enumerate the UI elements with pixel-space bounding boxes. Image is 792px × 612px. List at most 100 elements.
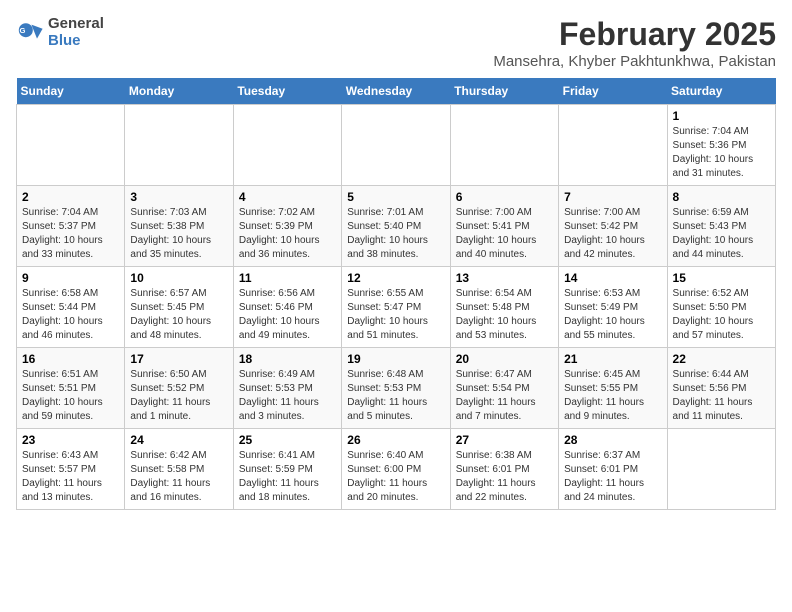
calendar-cell: 13 Sunrise: 6:54 AM Sunset: 5:48 PM Dayli…: [450, 267, 558, 348]
calendar-cell: 25 Sunrise: 6:41 AM Sunset: 5:59 PM Dayli…: [233, 429, 341, 510]
cell-content: Sunrise: 7:00 AM Sunset: 5:42 PM Dayligh…: [564, 206, 661, 262]
cell-content: Sunrise: 6:43 AM Sunset: 5:57 PM Dayligh…: [22, 449, 119, 505]
calendar-cell: [342, 105, 450, 186]
calendar-cell: 10 Sunrise: 6:57 AM Sunset: 5:45 PM Dayli…: [125, 267, 233, 348]
day-number: 4: [239, 190, 336, 204]
day-number: 11: [239, 271, 336, 285]
calendar-cell: 22 Sunrise: 6:44 AM Sunset: 5:56 PM Dayli…: [667, 348, 775, 429]
calendar-cell: 26 Sunrise: 6:40 AM Sunset: 6:00 PM Dayli…: [342, 429, 450, 510]
calendar-cell: 3 Sunrise: 7:03 AM Sunset: 5:38 PM Daylig…: [125, 186, 233, 267]
logo: G General Blue: [16, 16, 104, 49]
day-number: 5: [347, 190, 444, 204]
day-number: 16: [22, 352, 119, 366]
calendar-cell: 9 Sunrise: 6:58 AM Sunset: 5:44 PM Daylig…: [17, 267, 125, 348]
cell-content: Sunrise: 7:03 AM Sunset: 5:38 PM Dayligh…: [130, 206, 227, 262]
header-friday: Friday: [559, 78, 667, 105]
calendar-cell: [125, 105, 233, 186]
cell-content: Sunrise: 6:49 AM Sunset: 5:53 PM Dayligh…: [239, 368, 336, 424]
cell-content: Sunrise: 6:47 AM Sunset: 5:54 PM Dayligh…: [456, 368, 553, 424]
cell-content: Sunrise: 7:01 AM Sunset: 5:40 PM Dayligh…: [347, 206, 444, 262]
day-number: 12: [347, 271, 444, 285]
calendar-cell: 24Sunrise: 6:42 AM Sunset: 5:58 PM Dayli…: [125, 429, 233, 510]
cell-content: Sunrise: 7:00 AM Sunset: 5:41 PM Dayligh…: [456, 206, 553, 262]
header: G General Blue February 2025 Mansehra, K…: [16, 16, 776, 70]
header-wednesday: Wednesday: [342, 78, 450, 105]
cell-content: Sunrise: 7:04 AM Sunset: 5:37 PM Dayligh…: [22, 206, 119, 262]
cell-content: Sunrise: 6:54 AM Sunset: 5:48 PM Dayligh…: [456, 287, 553, 343]
calendar-cell: 15 Sunrise: 6:52 AM Sunset: 5:50 PM Dayli…: [667, 267, 775, 348]
cell-content: Sunrise: 6:37 AM Sunset: 6:01 PM Dayligh…: [564, 449, 661, 505]
day-number: 15: [673, 271, 770, 285]
calendar-cell: 4 Sunrise: 7:02 AM Sunset: 5:39 PM Daylig…: [233, 186, 341, 267]
cell-content: Sunrise: 7:04 AM Sunset: 5:36 PM Dayligh…: [673, 125, 770, 181]
week-row-3: 9 Sunrise: 6:58 AM Sunset: 5:44 PM Daylig…: [17, 267, 776, 348]
cell-content: Sunrise: 6:51 AM Sunset: 5:51 PM Dayligh…: [22, 368, 119, 424]
day-number: 10: [130, 271, 227, 285]
day-number: 25: [239, 433, 336, 447]
day-number: 1: [673, 109, 770, 123]
day-number: 19: [347, 352, 444, 366]
header-row: Sunday Monday Tuesday Wednesday Thursday…: [17, 78, 776, 105]
day-number: 27: [456, 433, 553, 447]
cell-content: Sunrise: 6:38 AM Sunset: 6:01 PM Dayligh…: [456, 449, 553, 505]
day-number: 28: [564, 433, 661, 447]
day-number: 26: [347, 433, 444, 447]
day-number: 17: [130, 352, 227, 366]
cell-content: Sunrise: 6:59 AM Sunset: 5:43 PM Dayligh…: [673, 206, 770, 262]
cell-content: Sunrise: 6:48 AM Sunset: 5:53 PM Dayligh…: [347, 368, 444, 424]
week-row-2: 2Sunrise: 7:04 AM Sunset: 5:37 PM Daylig…: [17, 186, 776, 267]
day-number: 9: [22, 271, 119, 285]
calendar-cell: 14Sunrise: 6:53 AM Sunset: 5:49 PM Dayli…: [559, 267, 667, 348]
cell-content: Sunrise: 6:45 AM Sunset: 5:55 PM Dayligh…: [564, 368, 661, 424]
header-tuesday: Tuesday: [233, 78, 341, 105]
main-title: February 2025: [493, 16, 776, 53]
cell-content: Sunrise: 6:44 AM Sunset: 5:56 PM Dayligh…: [673, 368, 770, 424]
logo-blue: Blue: [48, 33, 104, 50]
week-row-1: 1 Sunrise: 7:04 AM Sunset: 5:36 PM Daylig…: [17, 105, 776, 186]
svg-text:G: G: [20, 26, 26, 35]
header-sunday: Sunday: [17, 78, 125, 105]
day-number: 7: [564, 190, 661, 204]
day-number: 13: [456, 271, 553, 285]
week-row-5: 23 Sunrise: 6:43 AM Sunset: 5:57 PM Dayli…: [17, 429, 776, 510]
day-number: 23: [22, 433, 119, 447]
day-number: 8: [673, 190, 770, 204]
calendar-cell: 17 Sunrise: 6:50 AM Sunset: 5:52 PM Dayli…: [125, 348, 233, 429]
cell-content: Sunrise: 6:57 AM Sunset: 5:45 PM Dayligh…: [130, 287, 227, 343]
cell-content: Sunrise: 6:52 AM Sunset: 5:50 PM Dayligh…: [673, 287, 770, 343]
calendar-cell: 28 Sunrise: 6:37 AM Sunset: 6:01 PM Dayli…: [559, 429, 667, 510]
week-row-4: 16 Sunrise: 6:51 AM Sunset: 5:51 PM Dayli…: [17, 348, 776, 429]
calendar-cell: 18 Sunrise: 6:49 AM Sunset: 5:53 PM Dayli…: [233, 348, 341, 429]
logo-icon: G: [16, 19, 44, 47]
calendar-cell: [559, 105, 667, 186]
calendar-cell: 6 Sunrise: 7:00 AM Sunset: 5:41 PM Daylig…: [450, 186, 558, 267]
calendar-cell: 19 Sunrise: 6:48 AM Sunset: 5:53 PM Dayli…: [342, 348, 450, 429]
calendar-cell: [450, 105, 558, 186]
calendar-cell: 21 Sunrise: 6:45 AM Sunset: 5:55 PM Dayli…: [559, 348, 667, 429]
calendar-cell: 2Sunrise: 7:04 AM Sunset: 5:37 PM Daylig…: [17, 186, 125, 267]
cell-content: Sunrise: 6:42 AM Sunset: 5:58 PM Dayligh…: [130, 449, 227, 505]
logo-general: General: [48, 16, 104, 33]
cell-content: Sunrise: 6:58 AM Sunset: 5:44 PM Dayligh…: [22, 287, 119, 343]
calendar-cell: [17, 105, 125, 186]
day-number: 6: [456, 190, 553, 204]
calendar-cell: 5 Sunrise: 7:01 AM Sunset: 5:40 PM Daylig…: [342, 186, 450, 267]
day-number: 14: [564, 271, 661, 285]
calendar-cell: 27 Sunrise: 6:38 AM Sunset: 6:01 PM Dayli…: [450, 429, 558, 510]
cell-content: Sunrise: 6:40 AM Sunset: 6:00 PM Dayligh…: [347, 449, 444, 505]
title-area: February 2025 Mansehra, Khyber Pakhtunkh…: [493, 16, 776, 70]
cell-content: Sunrise: 7:02 AM Sunset: 5:39 PM Dayligh…: [239, 206, 336, 262]
cell-content: Sunrise: 6:41 AM Sunset: 5:59 PM Dayligh…: [239, 449, 336, 505]
cell-content: Sunrise: 6:50 AM Sunset: 5:52 PM Dayligh…: [130, 368, 227, 424]
day-number: 21: [564, 352, 661, 366]
cell-content: Sunrise: 6:56 AM Sunset: 5:46 PM Dayligh…: [239, 287, 336, 343]
calendar-cell: 23 Sunrise: 6:43 AM Sunset: 5:57 PM Dayli…: [17, 429, 125, 510]
calendar-cell: [233, 105, 341, 186]
sub-title: Mansehra, Khyber Pakhtunkhwa, Pakistan: [493, 53, 776, 70]
day-number: 3: [130, 190, 227, 204]
header-saturday: Saturday: [667, 78, 775, 105]
day-number: 22: [673, 352, 770, 366]
header-thursday: Thursday: [450, 78, 558, 105]
day-number: 20: [456, 352, 553, 366]
day-number: 18: [239, 352, 336, 366]
